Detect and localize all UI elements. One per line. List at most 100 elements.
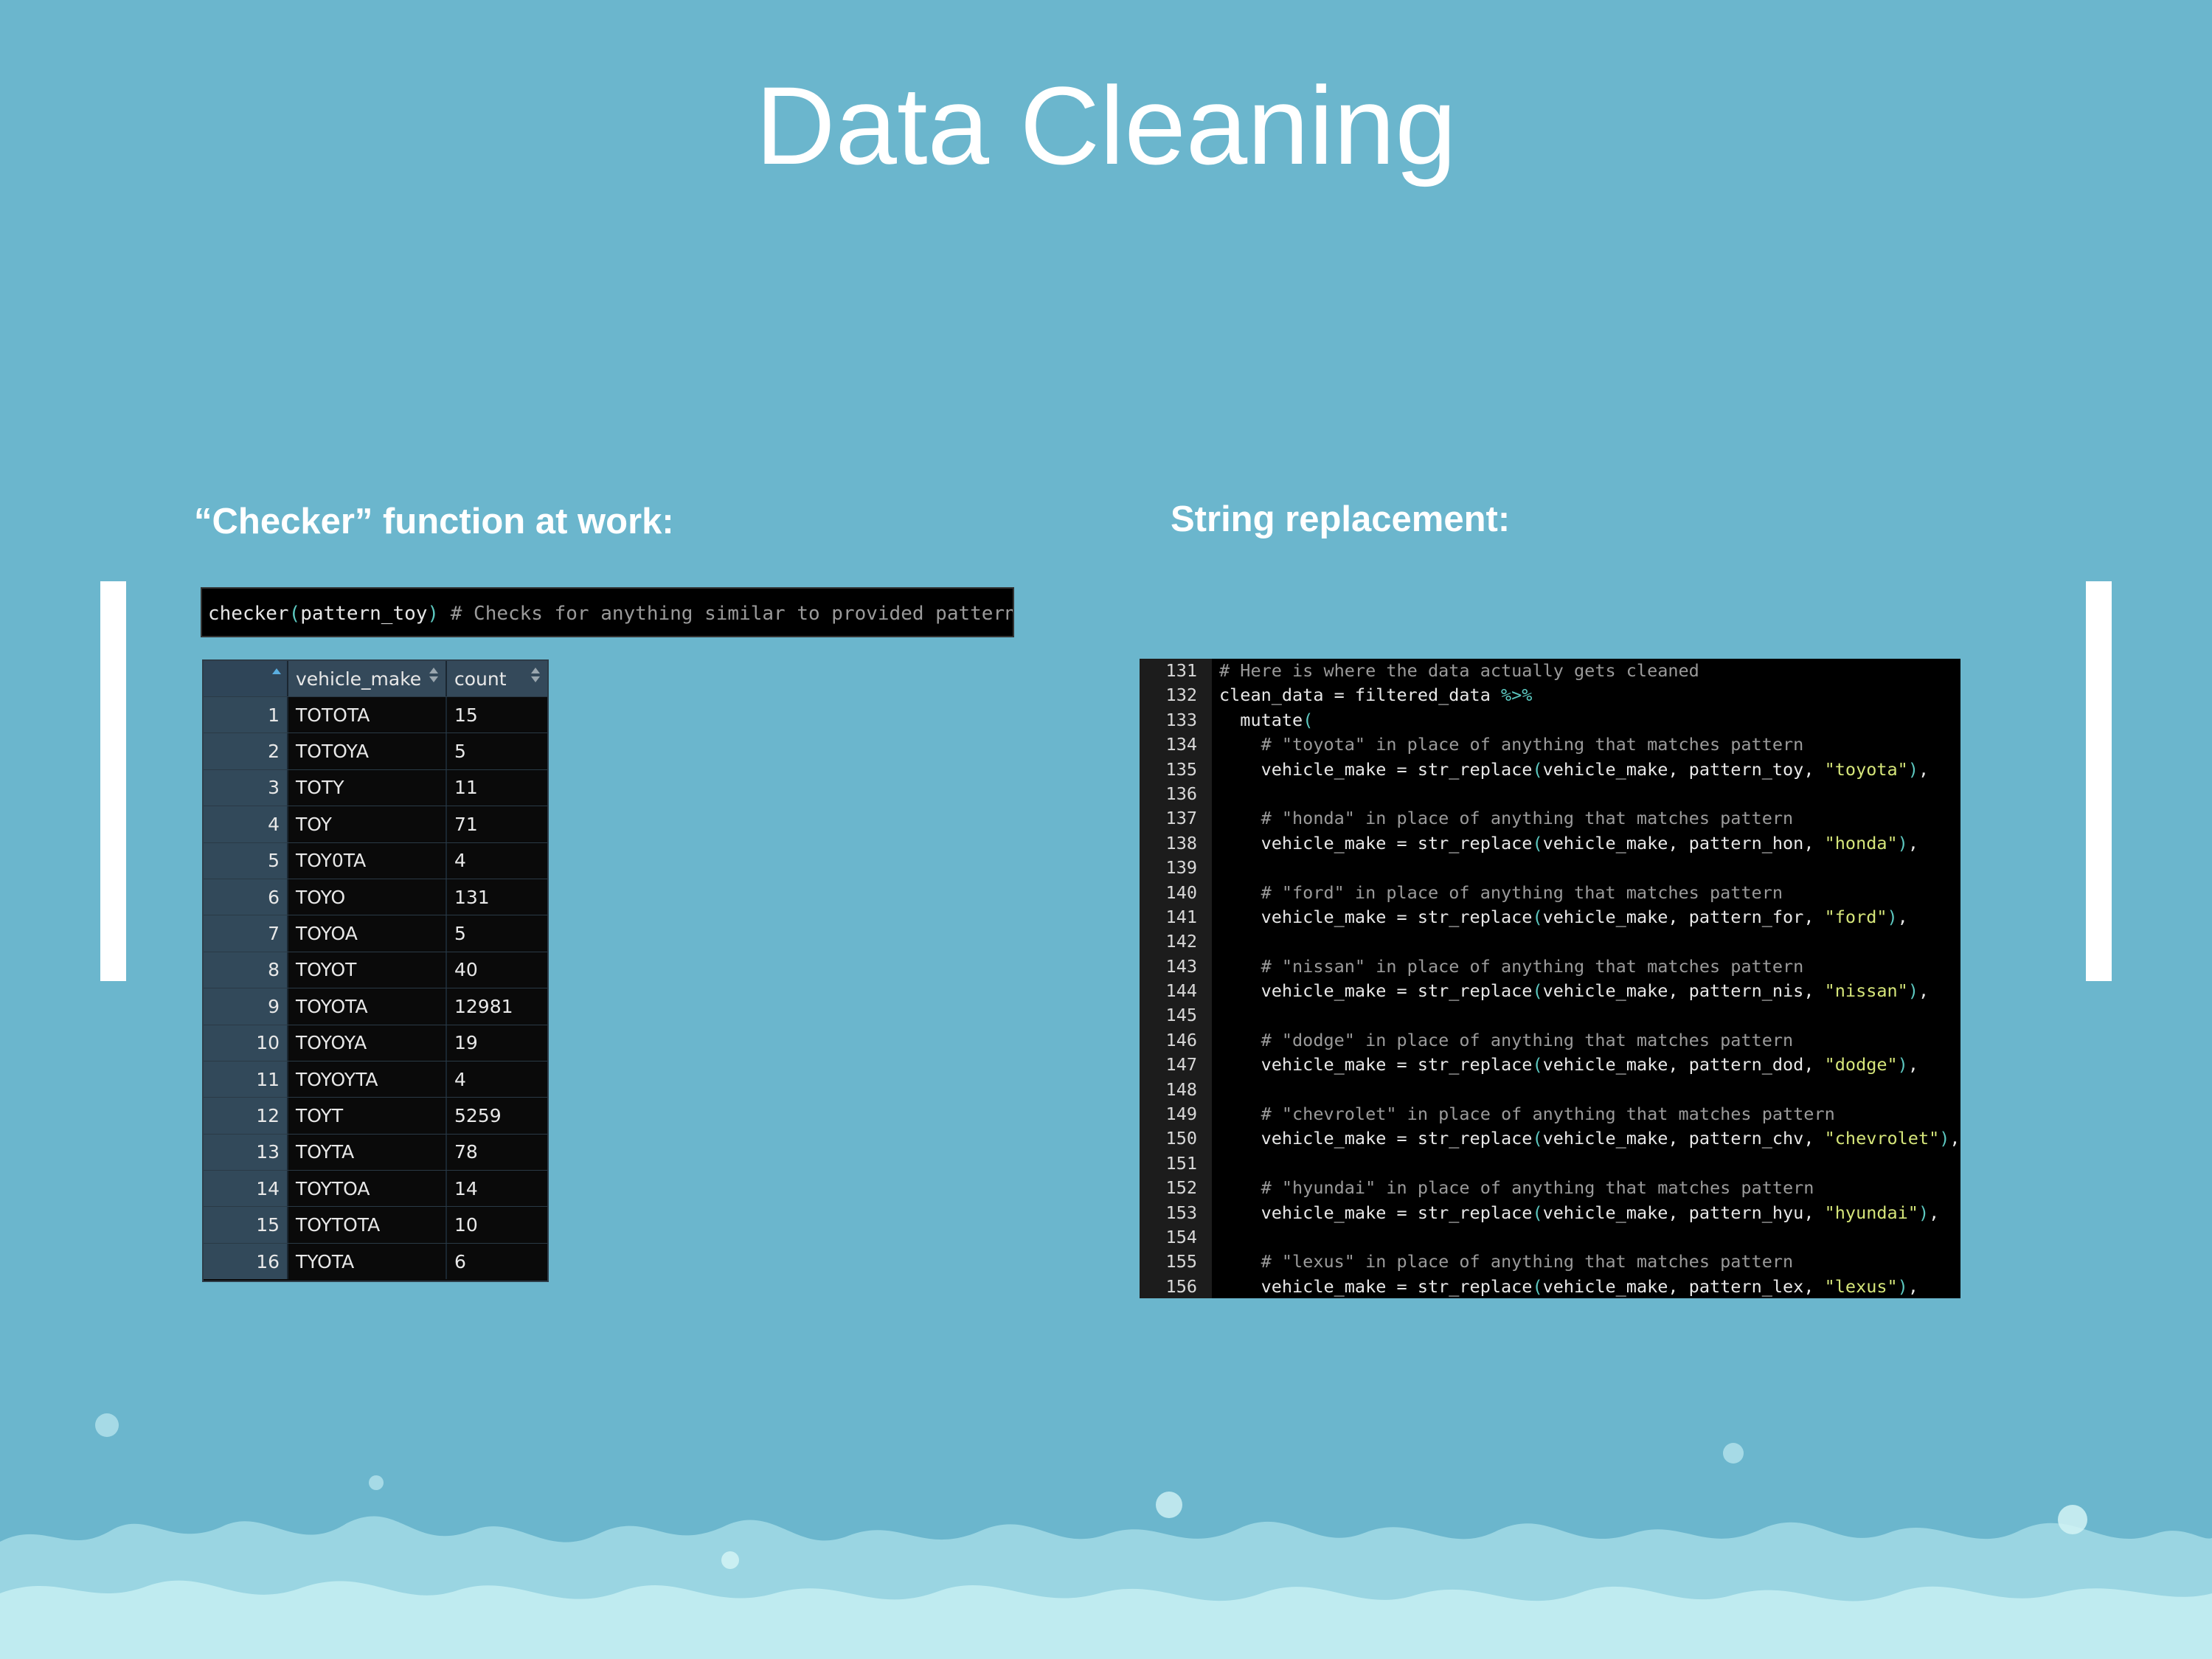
table-row[interactable]: 11 TOYOYTA 4 — [204, 1060, 547, 1098]
vehicle-make-cell: TOYTOA — [288, 1171, 447, 1207]
line-number: 153 — [1165, 1202, 1197, 1223]
code-token: %>% — [1501, 685, 1533, 706]
code-text: # "honda" in place of anything that matc… — [1197, 806, 1794, 831]
code-text: vehicle_make = str_replace(vehicle_make,… — [1197, 831, 1918, 856]
vehicle-make-cell: TOYOYA — [288, 1025, 447, 1061]
table-row[interactable]: 8 TOYOT 40 — [204, 951, 547, 988]
code-line: 134 # "toyota" in place of anything that… — [1140, 732, 1960, 757]
code-line: 148 — [1140, 1078, 1960, 1102]
count-column-header[interactable]: count — [447, 661, 547, 696]
console-line: checker(pattern_toy) # Checks for anythi… — [201, 587, 1014, 637]
table-row[interactable]: 6 TOYO 131 — [204, 878, 547, 915]
code-text: # Here is where the data actually gets c… — [1197, 659, 1699, 683]
code-token: vehicle_make, pattern_nis, — [1542, 980, 1825, 1002]
vehicle-make-cell: TOYOTA — [288, 988, 447, 1025]
count-cell: 12981 — [454, 995, 513, 1017]
row-index: 1 — [204, 697, 288, 733]
code-token: vehicle_make, pattern_toy, — [1542, 758, 1825, 780]
line-number: 156 — [1165, 1275, 1197, 1297]
row-index: 6 — [204, 879, 288, 915]
line-number: 155 — [1165, 1251, 1197, 1272]
code-token: ) — [1939, 1128, 1950, 1149]
row-index: 16 — [204, 1243, 288, 1280]
table-row[interactable]: 7 TOYOA 5 — [204, 915, 547, 952]
vehicle-make-column-header[interactable]: vehicle_make — [288, 661, 447, 696]
code-text: # "toyota" in place of anything that mat… — [1197, 732, 1804, 757]
table-row[interactable]: 15 TOYTOTA 10 — [204, 1206, 547, 1243]
line-number: 137 — [1165, 808, 1197, 829]
count-cell: 10 — [454, 1214, 478, 1236]
row-index: 3 — [204, 769, 288, 806]
code-line: 153 vehicle_make = str_replace(vehicle_m… — [1140, 1201, 1960, 1225]
line-number: 149 — [1165, 1104, 1197, 1125]
code-text: # "ford" in place of anything that match… — [1197, 881, 1783, 905]
code-line: 156 vehicle_make = str_replace(vehicle_m… — [1140, 1275, 1960, 1298]
code-text: vehicle_make = str_replace(vehicle_make,… — [1197, 1275, 1918, 1298]
code-text: vehicle_make = str_replace(vehicle_make,… — [1197, 758, 1930, 782]
code-text: vehicle_make = str_replace(vehicle_make,… — [1197, 905, 1908, 929]
code-token: ( — [1532, 758, 1543, 780]
code-token: ( — [1532, 832, 1543, 853]
code-text: vehicle_make = str_replace(vehicle_make,… — [1197, 979, 1930, 1003]
code-token: # "nissan" in place of anything that mat… — [1261, 955, 1804, 977]
table-header-row: vehicle_make count — [204, 661, 547, 696]
table-row[interactable]: 4 TOY 71 — [204, 806, 547, 842]
code-token: ( — [1532, 980, 1543, 1002]
table-row[interactable]: 14 TOYTOA 14 — [204, 1170, 547, 1207]
code-token: # "hyundai" in place of anything that ma… — [1261, 1177, 1814, 1199]
code-line: 147 vehicle_make = str_replace(vehicle_m… — [1140, 1053, 1960, 1077]
vehicle-make-cell: TOY0TA — [288, 842, 447, 879]
table-row[interactable]: 5 TOY0TA 4 — [204, 842, 547, 879]
count-cell: 4 — [454, 1068, 466, 1090]
code-editor[interactable]: 131 # Here is where the data actually get… — [1140, 659, 1960, 1298]
code-line: 149 # "chevrolet" in place of anything t… — [1140, 1102, 1960, 1126]
row-index: 9 — [204, 988, 288, 1025]
sort-ascending-icon — [272, 668, 281, 674]
row-index: 2 — [204, 733, 288, 769]
vehicle-make-cell: TYOTA — [288, 1243, 447, 1280]
table-row[interactable]: 13 TOYTA 78 — [204, 1133, 547, 1171]
code-token: vehicle_make = str_replace — [1219, 1202, 1533, 1223]
code-line: 150 vehicle_make = str_replace(vehicle_m… — [1140, 1126, 1960, 1151]
console-close-paren: ) — [427, 603, 440, 625]
table-row[interactable]: 12 TOYT 5259 — [204, 1097, 547, 1134]
code-token: vehicle_make, pattern_hon, — [1542, 832, 1825, 853]
vehicle-make-cell: TOYT — [288, 1098, 447, 1134]
table-row[interactable]: 9 TOYOTA 12981 — [204, 988, 547, 1025]
count-cell: 40 — [454, 959, 478, 981]
table-row[interactable]: 16 TYOTA 6 — [204, 1242, 547, 1280]
code-line: 146 # "dodge" in place of anything that … — [1140, 1028, 1960, 1053]
console-argument: pattern_toy — [300, 603, 428, 625]
table-row[interactable]: 2 TOTOYA 5 — [204, 732, 547, 769]
line-number: 150 — [1165, 1128, 1197, 1149]
code-token: vehicle_make = str_replace — [1219, 1054, 1533, 1076]
code-line: 151 — [1140, 1151, 1960, 1176]
code-line: 152 # "hyundai" in place of anything tha… — [1140, 1176, 1960, 1200]
vehicle-make-cell: TOTOYA — [288, 733, 447, 769]
code-text: vehicle_make = str_replace(vehicle_make,… — [1197, 1053, 1918, 1077]
code-text: # "hyundai" in place of anything that ma… — [1197, 1176, 1814, 1200]
table-row[interactable]: 3 TOTY 11 — [204, 769, 547, 806]
code-text: # "nissan" in place of anything that mat… — [1197, 955, 1804, 979]
code-token: ( — [1532, 1275, 1543, 1297]
count-cell: 131 — [454, 886, 490, 908]
code-token: , — [1907, 832, 1918, 853]
paint-splash-decoration — [0, 1413, 2212, 1659]
line-number: 131 — [1165, 660, 1197, 681]
code-text: vehicle_make = str_replace(vehicle_make,… — [1197, 1201, 1940, 1225]
code-token: "nissan" — [1824, 980, 1908, 1002]
count-cell: 6 — [454, 1250, 466, 1272]
code-token: "hyundai" — [1824, 1202, 1918, 1223]
code-token: ) — [1897, 1054, 1908, 1076]
table-row[interactable]: 1 TOTOTA 15 — [204, 696, 547, 733]
code-token: vehicle_make = str_replace — [1219, 1275, 1533, 1297]
code-token: # "dodge" in place of anything that matc… — [1261, 1029, 1794, 1050]
index-column-header[interactable] — [204, 661, 288, 696]
code-token: , — [1918, 758, 1930, 780]
table-row[interactable]: 10 TOYOYA 19 — [204, 1024, 547, 1061]
